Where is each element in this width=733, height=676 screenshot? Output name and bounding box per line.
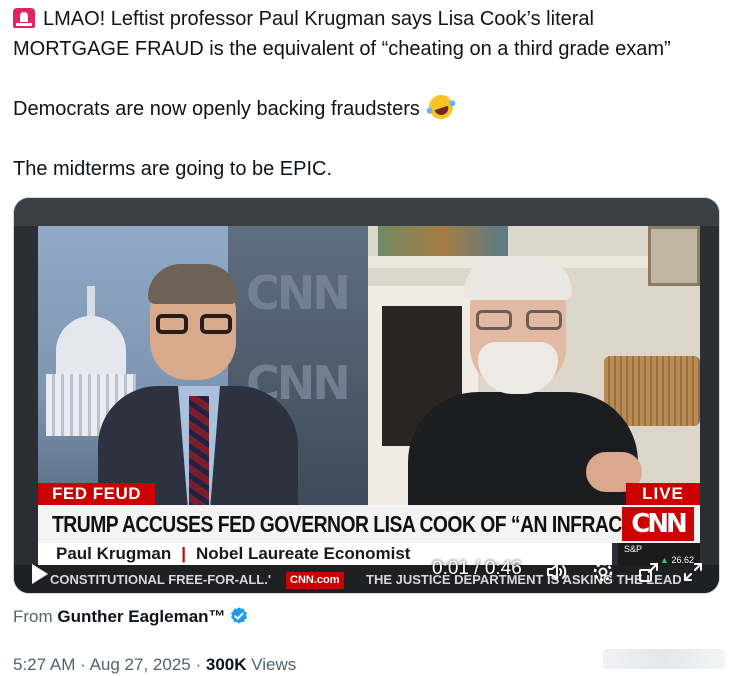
capitol-spire <box>87 286 95 318</box>
tweet-line-3: Democrats are now openly backing fraudst… <box>13 91 725 124</box>
verified-badge-icon <box>230 607 247 624</box>
anchor-glasses <box>156 314 232 334</box>
segment-badge: FED FEUD <box>38 483 155 505</box>
video-player[interactable]: CNN CNN FED FEUD LIVE TRUMP ACCUSES FED … <box>13 197 720 594</box>
meta-separator: · <box>80 655 86 674</box>
post-date[interactable]: Aug 27, 2025 <box>90 655 191 674</box>
guest-beard <box>478 342 558 394</box>
guest-figure <box>408 256 642 506</box>
cnn-logo: CNN <box>622 507 694 541</box>
tweet-line-1: LMAO! Leftist professor Paul Krugman say… <box>13 4 725 34</box>
live-badge: LIVE <box>626 483 700 505</box>
anchor-figure <box>98 256 298 506</box>
play-icon[interactable] <box>32 564 48 584</box>
meta-separator: · <box>195 655 202 674</box>
headline-bar: TRUMP ACCUSES FED GOVERNOR LISA COOK OF … <box>38 505 700 543</box>
anchor-hair <box>148 264 238 304</box>
blurred-region <box>603 649 725 669</box>
source-attribution: From Gunther Eagleman™ <box>13 605 249 629</box>
tweet-text: LMAO! Leftist professor Paul Krugman say… <box>13 4 725 184</box>
guest-glasses <box>476 310 562 330</box>
tweet-meta: 5:27 AM · Aug 27, 2025 · 300K Views <box>13 653 296 676</box>
volume-icon[interactable] <box>544 560 568 584</box>
chyron-headline: TRUMP ACCUSES FED GOVERNOR LISA COOK OF … <box>52 511 676 537</box>
wall-painting <box>378 226 508 258</box>
tweet-line-4: The midterms are going to be EPIC. <box>13 158 333 180</box>
studio-panel: CNN CNN <box>38 226 368 506</box>
laughing-emoji-icon <box>426 91 457 123</box>
source-author-link[interactable]: Gunther Eagleman™ <box>57 607 225 626</box>
tweet-line-2: MORTGAGE FRAUD is the equivalent of “che… <box>13 38 671 60</box>
tweet-line-3-text: Democrats are now openly backing fraudst… <box>13 98 420 120</box>
tweet-line-1-text: LMAO! Leftist professor Paul Krugman say… <box>43 8 594 30</box>
source-prefix: From <box>13 607 53 626</box>
video-frame-top <box>14 198 719 226</box>
framed-picture <box>648 226 700 286</box>
views-label: Views <box>251 655 297 674</box>
settings-icon[interactable] <box>591 560 615 584</box>
video-controls: 0:01 / 0:46 <box>14 552 719 593</box>
guest-hair <box>464 256 572 300</box>
expand-icon[interactable] <box>681 560 705 584</box>
views-count: 300K <box>205 655 247 674</box>
post-time[interactable]: 5:27 AM <box>13 655 75 674</box>
remote-guest-panel <box>368 226 700 506</box>
exit-fullscreen-icon[interactable] <box>637 560 661 584</box>
video-time: 0:01 / 0:46 <box>432 558 522 579</box>
siren-icon <box>13 8 35 28</box>
